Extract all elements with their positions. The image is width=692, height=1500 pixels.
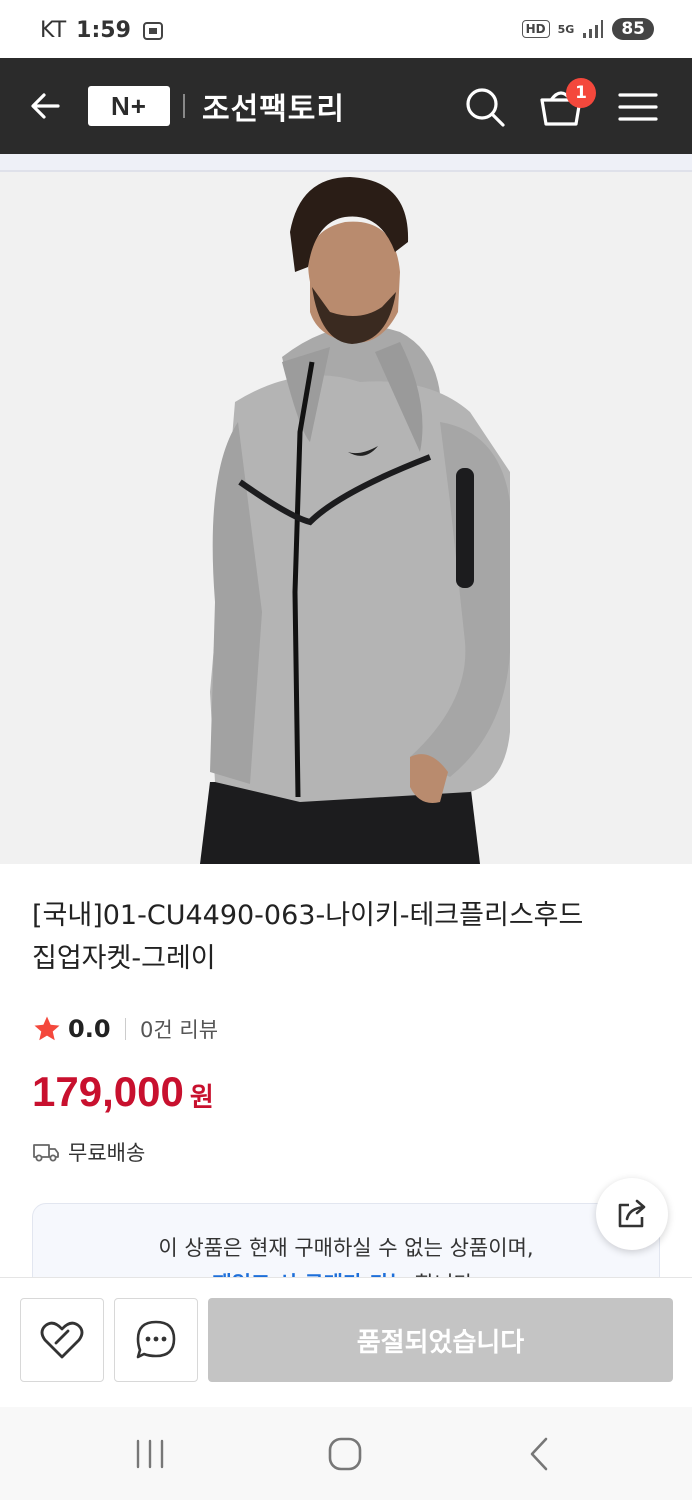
rating-row: 0.0 0건 리뷰 bbox=[32, 1013, 218, 1045]
hamburger-menu-icon[interactable] bbox=[616, 88, 660, 126]
cart-count-badge: 1 bbox=[566, 78, 596, 108]
network-5g-icon: 5G bbox=[557, 22, 575, 36]
price-row: 179,000 원 bbox=[32, 1068, 214, 1116]
notice-line-1: 이 상품은 현재 구매하실 수 없는 상품이며, bbox=[158, 1236, 534, 1260]
system-back-icon[interactable] bbox=[520, 1433, 560, 1475]
signal-icon bbox=[583, 20, 604, 38]
status-bar: KT 1:59 HD 5G 85 bbox=[0, 0, 692, 58]
product-title-line-2: 집업자켓-그레이 bbox=[32, 943, 216, 975]
shipping-row: 무료배송 bbox=[32, 1136, 145, 1168]
share-icon bbox=[618, 1199, 646, 1228]
carrier-label: KT bbox=[40, 18, 67, 43]
product-image[interactable] bbox=[0, 172, 692, 864]
brand-divider bbox=[183, 94, 185, 118]
recent-apps-icon[interactable] bbox=[130, 1437, 170, 1471]
status-left: KT 1:59 bbox=[40, 18, 165, 43]
rating-score: 0.0 bbox=[68, 1015, 111, 1043]
share-button[interactable] bbox=[596, 1178, 668, 1250]
star-icon bbox=[34, 1016, 60, 1041]
header-sub-strip bbox=[0, 154, 692, 172]
review-count-link[interactable]: 0건 리뷰 bbox=[140, 1014, 218, 1044]
wishlist-button[interactable] bbox=[20, 1298, 104, 1382]
n-plus-logo[interactable]: N+ bbox=[88, 86, 170, 126]
battery-indicator: 85 bbox=[612, 18, 654, 40]
screenshot-icon bbox=[142, 21, 163, 40]
back-arrow-icon[interactable] bbox=[24, 84, 68, 128]
clock: 1:59 bbox=[76, 18, 131, 43]
system-nav-bar bbox=[0, 1407, 692, 1500]
product-title: [국내]01-CU4490-063-나이키-테크플리스후드 집업자켓-그레이 bbox=[32, 894, 662, 980]
delivery-truck-icon bbox=[33, 1144, 59, 1162]
status-right: HD 5G 85 bbox=[521, 18, 654, 40]
brand-name[interactable]: 조선팩토리 bbox=[202, 84, 345, 128]
price-value: 179,000 bbox=[32, 1068, 184, 1115]
chat-inquiry-button[interactable] bbox=[114, 1298, 198, 1382]
heart-icon bbox=[40, 1321, 84, 1359]
chat-bubble-icon bbox=[136, 1320, 176, 1359]
home-icon[interactable] bbox=[324, 1433, 366, 1475]
price-unit: 원 bbox=[189, 1083, 214, 1113]
search-icon[interactable] bbox=[462, 84, 508, 130]
product-title-line-1: [국내]01-CU4490-063-나이키-테크플리스후드 bbox=[32, 900, 584, 931]
bottom-action-bar: 품절되었습니다 bbox=[0, 1277, 692, 1407]
sold-out-button[interactable]: 품절되었습니다 bbox=[208, 1298, 673, 1382]
shipping-text: 무료배송 bbox=[68, 1141, 146, 1165]
rating-divider bbox=[124, 1018, 127, 1040]
product-photo-illustration bbox=[0, 172, 692, 864]
hd-voice-icon: HD bbox=[521, 20, 550, 38]
